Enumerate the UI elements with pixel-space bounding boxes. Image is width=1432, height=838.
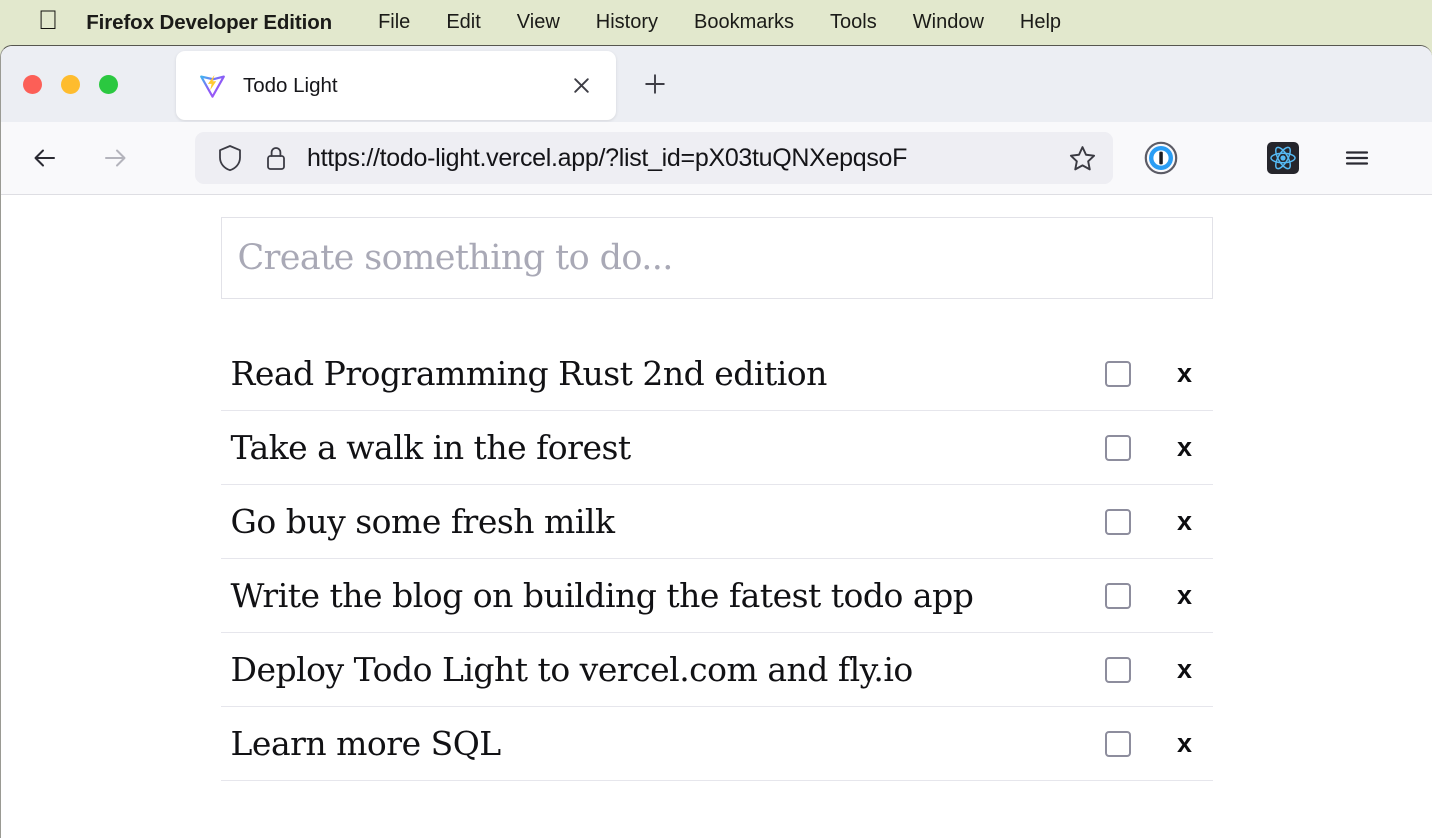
menu-item-file[interactable]: File bbox=[360, 11, 428, 34]
todo-row: Go buy some fresh milk x bbox=[220, 485, 1213, 559]
todo-delete-button[interactable]: x bbox=[1169, 432, 1201, 463]
1password-icon[interactable] bbox=[1139, 136, 1183, 180]
todo-item-label: Take a walk in the forest bbox=[230, 428, 632, 467]
todo-delete-button[interactable]: x bbox=[1169, 654, 1201, 685]
todo-item-label: Learn more SQL bbox=[230, 724, 502, 763]
tab-title: Todo Light bbox=[243, 73, 338, 97]
hamburger-icon[interactable] bbox=[1335, 136, 1379, 180]
apple-logo-icon[interactable]:  bbox=[38, 7, 58, 34]
tab-strip: Todo Light bbox=[1, 46, 1432, 122]
todo-row: Take a walk in the forest x bbox=[220, 411, 1213, 485]
url-text[interactable]: https://todo-light.vercel.app/?list_id=p… bbox=[307, 144, 1113, 173]
todo-list: Read Programming Rust 2nd edition x Take a… bbox=[220, 337, 1213, 781]
shield-icon[interactable] bbox=[217, 144, 243, 172]
todo-delete-button[interactable]: x bbox=[1169, 728, 1201, 759]
vite-logo-icon bbox=[198, 72, 226, 100]
active-app-name: Firefox Developer Edition bbox=[66, 10, 332, 34]
browser-window: Todo Light https://todo-light.vercel.app… bbox=[0, 45, 1432, 838]
star-icon[interactable] bbox=[1051, 132, 1113, 184]
todo-row: Write the blog on building the fatest to… bbox=[220, 559, 1213, 633]
close-icon[interactable] bbox=[566, 71, 596, 101]
new-tab-button[interactable] bbox=[636, 65, 674, 103]
todo-delete-button[interactable]: x bbox=[1169, 358, 1201, 389]
window-close-button[interactable] bbox=[23, 74, 42, 94]
browser-tab[interactable]: Todo Light bbox=[176, 51, 616, 120]
todo-delete-button[interactable]: x bbox=[1169, 506, 1201, 537]
menu-bar-items: File Edit View History Bookmarks Tools Window H… bbox=[360, 11, 1079, 34]
menu-item-edit[interactable]: Edit bbox=[428, 11, 498, 34]
todo-checkbox[interactable] bbox=[1104, 508, 1131, 535]
todo-item-label: Go buy some fresh milk bbox=[230, 502, 615, 541]
window-minimize-button[interactable] bbox=[61, 74, 80, 94]
navigation-toolbar: https://todo-light.vercel.app/?list_id=p… bbox=[1, 122, 1432, 195]
todo-checkbox[interactable] bbox=[1104, 434, 1131, 461]
menu-item-help[interactable]: Help bbox=[1002, 11, 1079, 34]
window-maximize-button[interactable] bbox=[99, 74, 118, 94]
todo-checkbox[interactable] bbox=[1104, 582, 1131, 609]
menu-item-window[interactable]: Window bbox=[895, 11, 1002, 34]
todo-item-label: Write the blog on building the fatest to… bbox=[230, 576, 974, 615]
menu-item-history[interactable]: History bbox=[578, 11, 676, 34]
page-content: Create something to do... Read Programmi… bbox=[1, 195, 1432, 838]
todo-item-label: Read Programming Rust 2nd edition bbox=[230, 354, 828, 393]
back-button[interactable] bbox=[23, 136, 67, 180]
todo-row: Read Programming Rust 2nd edition x bbox=[220, 337, 1213, 411]
todo-checkbox[interactable] bbox=[1104, 360, 1131, 387]
todo-row: Deploy Todo Light to vercel.com and fly.… bbox=[220, 633, 1213, 707]
forward-button bbox=[93, 136, 137, 180]
url-bar[interactable]: https://todo-light.vercel.app/?list_id=p… bbox=[195, 132, 1113, 184]
todo-input-placeholder: Create something to do... bbox=[237, 238, 674, 278]
todo-checkbox[interactable] bbox=[1104, 656, 1131, 683]
todo-delete-button[interactable]: x bbox=[1169, 580, 1201, 611]
lock-icon[interactable] bbox=[265, 144, 287, 172]
menu-item-view[interactable]: View bbox=[499, 11, 578, 34]
mac-menu-bar:  Firefox Developer Edition FileEditView… bbox=[0, 0, 1432, 45]
menu-item-bookmarks[interactable]: Bookmarks bbox=[676, 11, 812, 34]
todo-input[interactable]: Create something to do... bbox=[220, 217, 1213, 299]
menu-item-tools[interactable]: Tools bbox=[812, 11, 895, 34]
react-devtools-icon[interactable] bbox=[1261, 136, 1305, 180]
todo-item-label: Deploy Todo Light to vercel.com and fly.… bbox=[230, 650, 914, 689]
todo-app: Create something to do... Read Programmi… bbox=[220, 217, 1213, 781]
todo-row: Learn more SQL x bbox=[220, 707, 1213, 781]
todo-checkbox[interactable] bbox=[1104, 730, 1131, 757]
window-traffic-lights bbox=[23, 74, 118, 94]
